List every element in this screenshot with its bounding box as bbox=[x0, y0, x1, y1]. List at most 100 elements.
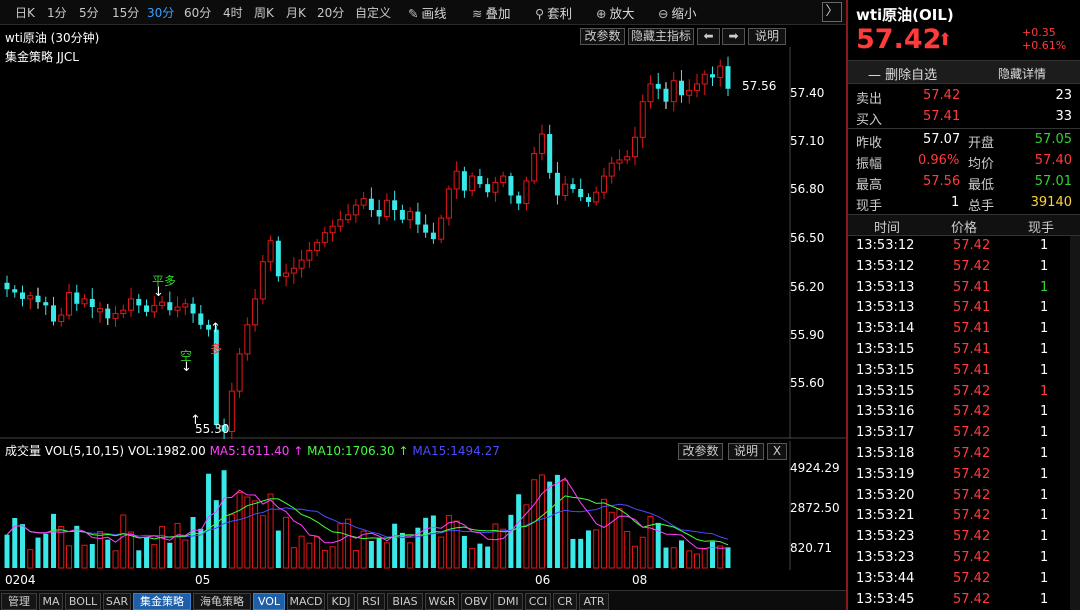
tick-row: 13:53:15 57.41 1 bbox=[848, 361, 1080, 382]
tick-price: 57.41 bbox=[953, 300, 991, 316]
zoom-in-button[interactable]: ⊕ 放大 bbox=[596, 3, 635, 22]
tick-qty: 1 bbox=[1040, 529, 1049, 545]
tab-sar[interactable]: SAR bbox=[103, 593, 131, 610]
tab-atr[interactable]: ATR bbox=[579, 593, 609, 610]
tab-jjcl[interactable]: 集金策略 bbox=[133, 593, 191, 610]
candle-body bbox=[531, 152, 538, 182]
tab-cr[interactable]: CR bbox=[553, 593, 577, 610]
tf-4hour[interactable]: 4时 bbox=[223, 4, 243, 21]
tick-qty: 1 bbox=[1040, 321, 1049, 337]
volume-bar bbox=[717, 545, 724, 569]
candle-body bbox=[600, 175, 607, 193]
tab-bias[interactable]: BIAS bbox=[387, 593, 423, 610]
candle-body bbox=[329, 225, 336, 234]
arbitrage-button[interactable]: ⚲ 套利 bbox=[535, 3, 572, 22]
tick-list[interactable]: 13:53:12 57.42 1 13:53:12 57.42 1 13:53:13 57.4… bbox=[848, 236, 1080, 610]
volume-bar bbox=[639, 536, 646, 569]
tab-vol[interactable]: VOL bbox=[253, 593, 285, 610]
volume-bar bbox=[51, 513, 57, 568]
arrow-down-icon: ↓ bbox=[153, 285, 164, 300]
volume-bar bbox=[647, 515, 654, 569]
instrument-name: wti原油(OIL) bbox=[856, 6, 954, 24]
tick-qty: 1 bbox=[1040, 279, 1049, 295]
volume-bar bbox=[128, 531, 135, 569]
tab-wr[interactable]: W&R bbox=[425, 593, 459, 610]
tick-price: 57.42 bbox=[953, 258, 991, 274]
tf-custom[interactable]: 自定义 bbox=[355, 4, 391, 21]
volume-bar bbox=[228, 513, 235, 569]
candle-body bbox=[27, 295, 34, 300]
candle-plot bbox=[0, 47, 846, 439]
tab-turtle[interactable]: 海龟策略 bbox=[193, 593, 251, 610]
candle-body bbox=[701, 73, 708, 85]
toolbar-next-button[interactable]: 〉 bbox=[822, 2, 842, 22]
scroll-left-button[interactable]: ⬅ bbox=[697, 28, 720, 45]
candle-body bbox=[624, 156, 631, 161]
tick-time: 13:53:19 bbox=[856, 466, 915, 482]
volume-panel[interactable]: 成交量 VOL(5,10,15) VOL:1982.00 MA5:1611.40… bbox=[0, 441, 846, 570]
tick-list-scrollbar[interactable] bbox=[1070, 236, 1080, 610]
volume-bar bbox=[516, 494, 522, 568]
volume-bar bbox=[252, 500, 259, 569]
volume-bar bbox=[321, 549, 328, 569]
tab-manage[interactable]: 管理 bbox=[1, 593, 37, 610]
tf-monthly[interactable]: 月K bbox=[286, 4, 306, 21]
tick-time: 13:53:16 bbox=[856, 404, 915, 420]
tab-ma[interactable]: MA bbox=[39, 593, 63, 610]
volume-bar bbox=[329, 546, 336, 569]
remove-favorite-button[interactable]: — 删除自选 bbox=[868, 64, 937, 83]
tf-20min[interactable]: 20分 bbox=[317, 4, 344, 21]
tick-time: 13:53:13 bbox=[856, 279, 915, 295]
tick-qty: 1 bbox=[1040, 383, 1049, 399]
last-price: 57.42 bbox=[856, 24, 942, 55]
col-qty: 现手 bbox=[1028, 221, 1055, 236]
tick-price: 57.42 bbox=[953, 383, 991, 399]
tab-macd[interactable]: MACD bbox=[287, 593, 325, 610]
prev-close-value: 57.07 bbox=[923, 132, 961, 147]
tick-qty: 1 bbox=[1040, 300, 1049, 316]
volume-bar bbox=[267, 493, 274, 569]
tab-boll[interactable]: BOLL bbox=[65, 593, 101, 610]
tf-15min[interactable]: 15分 bbox=[112, 4, 139, 21]
high-value: 57.56 bbox=[923, 174, 961, 189]
amplitude-label: 振幅 bbox=[856, 157, 883, 172]
overlay-button[interactable]: ≋ 叠加 bbox=[472, 3, 511, 22]
tab-dmi[interactable]: DMI bbox=[493, 593, 523, 610]
candle-body bbox=[562, 183, 569, 196]
edit-params-button[interactable]: 改参数 bbox=[580, 28, 625, 45]
tf-daily[interactable]: 日K bbox=[15, 4, 35, 21]
tf-weekly[interactable]: 周K bbox=[254, 4, 274, 21]
tf-30min[interactable]: 30分 bbox=[147, 4, 174, 21]
help-button[interactable]: 说明 bbox=[748, 28, 786, 45]
volume-bar bbox=[97, 531, 104, 569]
volume-bar bbox=[298, 535, 305, 569]
tab-obv[interactable]: OBV bbox=[461, 593, 491, 610]
candle-body bbox=[360, 198, 367, 206]
candle-body bbox=[516, 195, 522, 204]
candle-body bbox=[174, 306, 181, 311]
buy-qty: 33 bbox=[1055, 109, 1072, 124]
tab-cci[interactable]: CCI bbox=[525, 593, 551, 610]
time-tick: 05 bbox=[195, 573, 211, 587]
total-volume-value: 39140 bbox=[1030, 195, 1072, 210]
divider bbox=[848, 128, 1080, 129]
tick-price: 57.42 bbox=[953, 570, 991, 586]
arrow-left-icon: ⬅ bbox=[703, 29, 714, 43]
buy-label: 买入 bbox=[856, 113, 883, 128]
tab-rsi[interactable]: RSI bbox=[357, 593, 385, 610]
zoom-out-button[interactable]: ⊖ 缩小 bbox=[658, 3, 697, 22]
candle-body bbox=[508, 176, 514, 196]
candlestick-chart[interactable]: 集金策略 JJCL 57.40 57.10 56.80 56.50 56.20 … bbox=[0, 47, 846, 439]
volume-bar bbox=[693, 553, 700, 569]
hide-main-indicator-button[interactable]: 隐藏主指标 bbox=[628, 28, 694, 45]
hide-details-button[interactable]: 隐藏详情 bbox=[998, 65, 1046, 82]
volume-bar bbox=[345, 518, 352, 569]
candle-body bbox=[35, 295, 41, 303]
tab-kdj[interactable]: KDJ bbox=[327, 593, 355, 610]
tf-60min[interactable]: 60分 bbox=[184, 4, 211, 21]
tf-1min[interactable]: 1分 bbox=[47, 4, 67, 21]
scroll-right-button[interactable]: ➡ bbox=[722, 28, 745, 45]
volume-bar bbox=[423, 517, 429, 568]
draw-line-button[interactable]: ✎ 画线 bbox=[408, 3, 447, 22]
tf-5min[interactable]: 5分 bbox=[79, 4, 99, 21]
